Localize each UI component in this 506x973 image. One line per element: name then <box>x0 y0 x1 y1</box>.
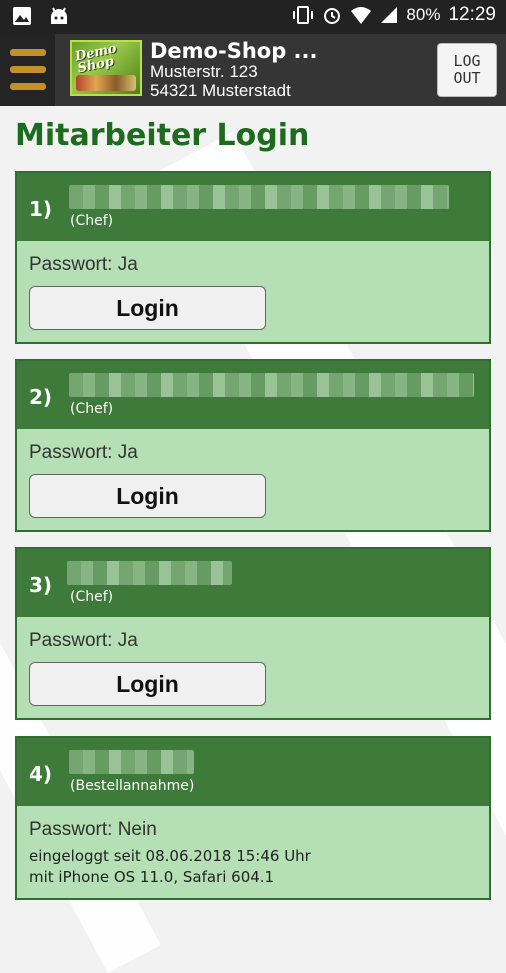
wifi-icon <box>351 7 372 24</box>
gallery-icon <box>13 7 31 25</box>
employee-role: (Chef) <box>70 589 114 605</box>
logged-in-since: eingeloggt seit 08.06.2018 15:46 Uhr <box>29 847 311 865</box>
password-status: Passwort: Nein <box>29 819 157 840</box>
employee-card: 1) (Chef) Passwort: Ja Login <box>15 171 491 344</box>
password-status: Passwort: Ja <box>29 254 138 275</box>
login-button[interactable]: Login <box>29 474 266 518</box>
shop-city: 54321 Musterstadt <box>150 81 291 100</box>
battery-percent: 80% <box>406 5 441 24</box>
shop-logo: Demo Shop <box>70 40 142 96</box>
logout-button[interactable]: LOG OUT <box>437 43 497 97</box>
hamburger-icon <box>10 49 46 56</box>
employee-card: 2) (Chef) Passwort: Ja Login <box>15 359 491 532</box>
device-info: mit iPhone OS 11.0, Safari 604.1 <box>29 868 275 886</box>
employee-number: 2) <box>29 385 53 409</box>
employee-number: 4) <box>29 762 53 786</box>
clock: 12:29 <box>448 4 496 25</box>
employee-name-blurred <box>67 561 232 585</box>
employee-name-blurred <box>69 373 474 397</box>
employee-role: (Chef) <box>70 213 114 229</box>
employee-card: 4) (Bestellannahme) Passwort: Nein einge… <box>15 736 491 900</box>
shop-name: Demo-Shop ... <box>150 39 318 63</box>
password-status: Passwort: Ja <box>29 442 138 463</box>
employee-number: 1) <box>29 197 53 221</box>
status-bar: 80% 12:29 <box>0 0 506 34</box>
login-button[interactable]: Login <box>29 286 266 330</box>
app-header: Demo Shop Demo-Shop ... Musterstr. 123 5… <box>0 34 506 106</box>
employee-card: 3) (Chef) Passwort: Ja Login <box>15 547 491 720</box>
employee-number: 3) <box>29 573 53 597</box>
employee-name-blurred <box>69 185 449 209</box>
login-button[interactable]: Login <box>29 662 266 706</box>
shop-street: Musterstr. 123 <box>150 62 258 81</box>
employee-role: (Bestellannahme) <box>70 778 195 794</box>
employee-role: (Chef) <box>70 401 114 417</box>
alarm-icon <box>324 8 341 24</box>
employee-name-blurred <box>69 750 194 774</box>
password-status: Passwort: Ja <box>29 630 138 651</box>
signal-icon <box>381 7 398 23</box>
page-title: Mitarbeiter Login <box>15 118 310 153</box>
menu-button[interactable] <box>0 34 55 106</box>
vibrate-icon <box>293 6 314 24</box>
android-icon <box>51 7 67 24</box>
